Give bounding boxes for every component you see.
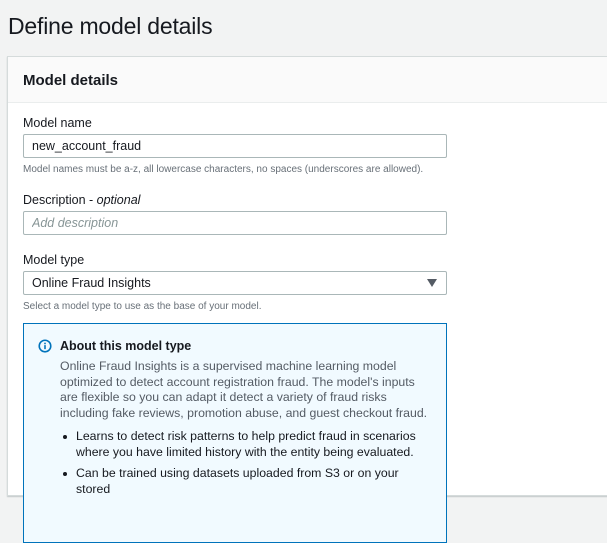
panel-body: Model name Model names must be a-z, all …	[8, 103, 607, 543]
panel-title: Model details	[23, 72, 119, 89]
model-name-field: Model name Model names must be a-z, all …	[23, 116, 607, 175]
caret-down-icon	[427, 279, 437, 287]
model-type-selected: Online Fraud Insights	[32, 276, 151, 290]
description-input[interactable]	[23, 211, 447, 235]
model-type-label: Model type	[23, 253, 85, 267]
model-type-select[interactable]: Online Fraud Insights	[23, 271, 447, 295]
info-description: Online Fraud Insights is a supervised ma…	[60, 359, 428, 420]
info-title: About this model type	[60, 339, 192, 353]
model-name-input[interactable]	[23, 134, 447, 158]
model-type-field: Model type Online Fraud Insights Select …	[23, 253, 607, 312]
panel-header: Model details	[8, 57, 607, 103]
page-title: Define model details	[8, 13, 213, 39]
model-name-hint: Model names must be a-z, all lowercase c…	[23, 164, 424, 175]
info-title-row: About this model type	[38, 339, 432, 353]
model-type-hint: Select a model type to use as the base o…	[23, 301, 262, 312]
description-label-text: Description -	[23, 193, 97, 207]
model-name-label: Model name	[23, 116, 92, 130]
description-label: Description - optional	[23, 193, 607, 207]
model-details-panel: Model details Model name Model names mus…	[7, 56, 607, 543]
info-bullet: Learns to detect risk patterns to help p…	[60, 429, 432, 460]
info-bullet: Can be trained using datasets uploaded f…	[60, 466, 432, 497]
model-type-info-box: About this model type Online Fraud Insig…	[23, 323, 447, 543]
description-field: Description - optional	[23, 193, 607, 235]
info-icon	[38, 339, 52, 353]
info-bullet-list: Learns to detect risk patterns to help p…	[60, 429, 432, 497]
optional-tag: optional	[96, 193, 141, 207]
